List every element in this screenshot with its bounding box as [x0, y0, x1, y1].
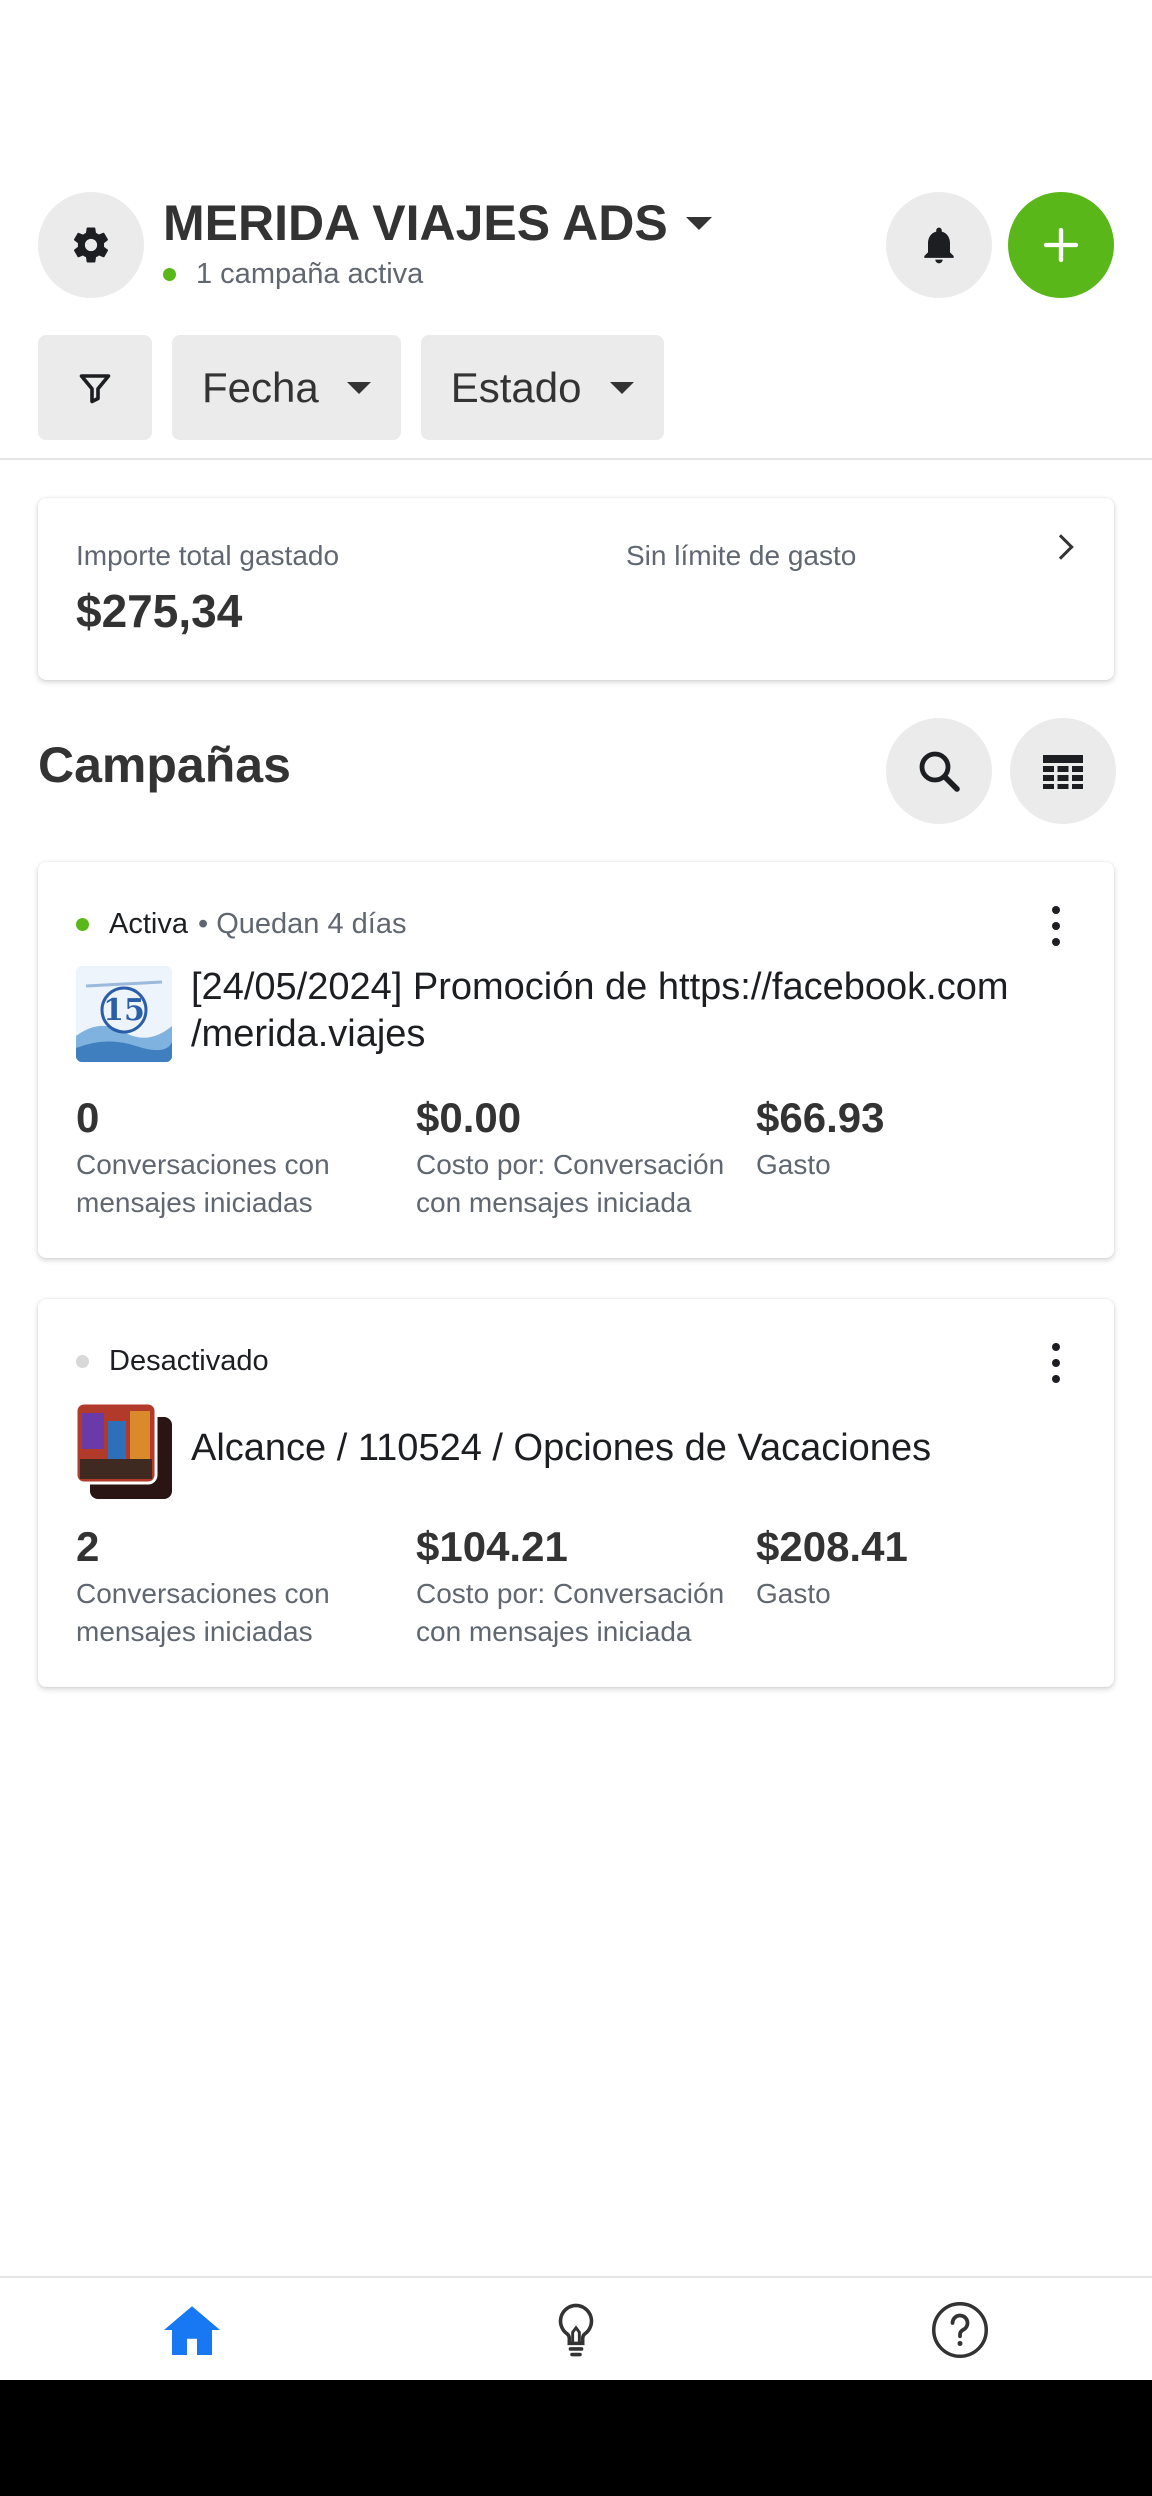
filter-button[interactable]: [38, 335, 152, 440]
metric-label: Costo por: Conversación con mensajes ini…: [416, 1149, 725, 1218]
campaign-status-label: Desactivado: [109, 1345, 269, 1377]
system-navigation-bar: [0, 2380, 1152, 2496]
table-view-button[interactable]: [1010, 718, 1116, 824]
status-filter-dropdown[interactable]: Estado: [420, 335, 664, 440]
active-dot-icon: [163, 268, 176, 281]
metric-value: $66.93: [756, 1094, 885, 1141]
account-name: MERIDA VIAJES ADS: [163, 195, 668, 251]
metric-label: Costo por: Conversación con mensajes ini…: [416, 1578, 725, 1647]
metric-value: $104.21: [416, 1523, 568, 1570]
campaign-title: [24/05/2024] Promoción de https://facebo…: [191, 966, 1009, 1055]
caret-down-icon: [685, 216, 712, 230]
spend-limit-label: Sin límite de gasto: [626, 540, 857, 571]
plus-icon: [1043, 227, 1079, 263]
metric-cost-per: $0.00 Costo por: Conversación con mensaj…: [416, 1094, 756, 1222]
campaign-status-label: Activa: [109, 908, 188, 940]
total-spend-amount: $275,34: [76, 585, 243, 637]
table-icon: [1043, 755, 1083, 789]
bottom-nav: [0, 2276, 1152, 2380]
settings-button[interactable]: [38, 192, 144, 298]
metric-spend: $208.41 Gasto: [756, 1523, 1096, 1613]
gear-icon: [73, 227, 109, 263]
home-icon: [164, 2306, 220, 2355]
active-campaigns-text: 1 campaña activa: [196, 258, 424, 290]
campaign-remaining-days: • Quedan 4 días: [197, 908, 407, 940]
metric-label: Conversaciones con mensajes iniciadas: [76, 1578, 330, 1647]
campaign-thumbnail: 15: [76, 966, 172, 1062]
chevron-right-icon: [1048, 534, 1074, 560]
metric-conversations: 2 Conversaciones con mensajes iniciadas: [76, 1523, 416, 1651]
filter-icon: [79, 373, 111, 403]
active-dot-icon: [76, 918, 89, 931]
total-spend-label: Importe total gastado: [76, 540, 340, 571]
total-spend-card[interactable]: Importe total gastado $275,34 Sin límite…: [38, 498, 1114, 680]
metric-value: $208.41: [756, 1523, 908, 1570]
metric-value: $0.00: [416, 1094, 522, 1141]
filter-bar: Fecha Estado: [38, 335, 684, 440]
date-filter-label: Fecha: [202, 363, 319, 411]
metric-label: Conversaciones con mensajes iniciadas: [76, 1149, 330, 1218]
campaigns-heading: Campañas: [38, 737, 291, 793]
status-filter-label: Estado: [450, 363, 582, 411]
campaign-thumbnail: [76, 1403, 172, 1499]
active-campaigns-status: 1 campaña activa: [163, 258, 423, 291]
notifications-button[interactable]: [886, 192, 992, 298]
header-divider: [0, 458, 1152, 460]
account-selector[interactable]: MERIDA VIAJES ADS: [163, 194, 712, 252]
search-icon: [919, 751, 960, 792]
metric-value: 2: [76, 1523, 100, 1570]
campaign-card[interactable]: Activa • Quedan 4 días 15 [24/05/2024] P…: [38, 862, 1114, 1258]
campaign-status: Desactivado: [76, 1345, 279, 1378]
metric-spend: $66.93 Gasto: [756, 1094, 1096, 1184]
nav-help[interactable]: [880, 2278, 1040, 2382]
bell-icon: [924, 227, 954, 264]
svg-text:15: 15: [103, 993, 145, 1028]
metric-cost-per: $104.21 Costo por: Conversación con mens…: [416, 1523, 756, 1651]
help-icon: [932, 2302, 988, 2358]
account-header: MERIDA VIAJES ADS 1 campaña activa: [38, 192, 1114, 298]
caret-down-icon: [346, 381, 371, 394]
more-vertical-icon[interactable]: [1046, 906, 1066, 946]
metric-value: 0: [76, 1094, 100, 1141]
date-filter-dropdown[interactable]: Fecha: [172, 335, 401, 440]
inactive-dot-icon: [76, 1355, 89, 1368]
caret-down-icon: [609, 381, 634, 394]
lightbulb-icon: [558, 2303, 594, 2357]
search-button[interactable]: [886, 718, 992, 824]
campaign-title: Alcance / 110524 / Opciones de Vacacione…: [191, 1427, 932, 1469]
metric-conversations: 0 Conversaciones con mensajes iniciadas: [76, 1094, 416, 1222]
more-vertical-icon[interactable]: [1046, 1343, 1066, 1383]
create-button[interactable]: [1008, 192, 1114, 298]
campaign-status: Activa • Quedan 4 días: [76, 908, 406, 941]
campaign-card[interactable]: Desactivado Alcance / 110524 / Opciones …: [38, 1299, 1114, 1687]
metric-label: Gasto: [756, 1578, 831, 1609]
metric-label: Gasto: [756, 1149, 831, 1180]
nav-insights[interactable]: [496, 2278, 656, 2382]
nav-home[interactable]: [112, 2278, 272, 2382]
